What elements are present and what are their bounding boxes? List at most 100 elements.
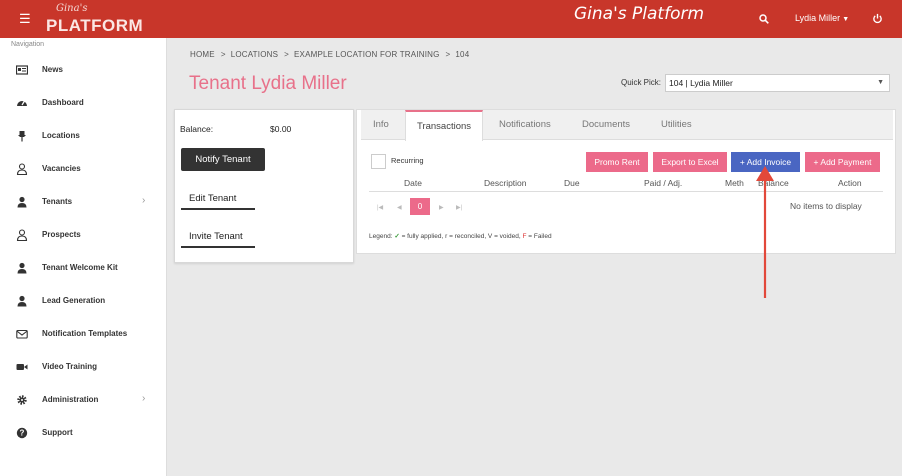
platform-logo[interactable]: Gina's PLATFORM xyxy=(44,3,143,35)
tab-documents[interactable]: Documents xyxy=(582,119,630,130)
top-bar: ☰ Gina's PLATFORM Gina's Platform Lydia … xyxy=(0,0,902,38)
nav-heading: Navigation xyxy=(11,41,45,48)
search-icon[interactable] xyxy=(759,14,769,24)
status-legend: Legend: ✓ = fully applied, r = reconcile… xyxy=(369,232,552,240)
user-icon xyxy=(17,196,27,208)
column-header-action: Action xyxy=(838,178,862,188)
breadcrumb-location[interactable]: EXAMPLE LOCATION FOR TRAINING xyxy=(294,50,440,59)
table-header-divider xyxy=(369,191,883,192)
breadcrumb-separator: > xyxy=(284,50,289,59)
pager-current-page[interactable]: 0 xyxy=(410,198,430,215)
tab-bar: Info Transactions Notifications Document… xyxy=(361,110,893,141)
sidebar-item-lead-generation[interactable]: Lead Generation xyxy=(0,285,166,318)
sidebar-item-video-training[interactable]: Video Training xyxy=(0,351,166,384)
column-header-method[interactable]: Meth xyxy=(725,178,744,188)
question-icon: ? xyxy=(16,427,28,439)
breadcrumb-separator: > xyxy=(445,50,451,59)
tab-notifications[interactable]: Notifications xyxy=(499,119,551,130)
tab-utilities[interactable]: Utilities xyxy=(661,119,692,130)
tab-info[interactable]: Info xyxy=(373,119,389,130)
app-title: Gina's Platform xyxy=(574,4,705,24)
pager-first-icon[interactable]: |◀ xyxy=(377,204,383,211)
sidebar-item-label: Tenants xyxy=(42,197,73,206)
quick-pick-value: 104 | Lydia Miller xyxy=(669,78,733,88)
pager-next-icon[interactable]: ▶ xyxy=(439,204,444,211)
quick-pick-select[interactable]: 104 | Lydia Miller ▼ xyxy=(665,74,890,92)
add-payment-button[interactable]: + Add Payment xyxy=(805,152,880,172)
breadcrumb-locations[interactable]: LOCATIONS xyxy=(231,50,278,59)
sidebar-item-administration[interactable]: Administration › xyxy=(0,384,166,417)
envelope-icon xyxy=(16,329,28,339)
sidebar-item-label: Prospects xyxy=(42,230,81,239)
check-circle-icon: ✓ xyxy=(394,233,400,240)
user-icon xyxy=(17,262,27,274)
user-icon xyxy=(17,295,27,307)
sidebar-item-label: Tenant Welcome Kit xyxy=(42,263,118,272)
sidebar-item-label: Video Training xyxy=(42,362,97,371)
pin-icon xyxy=(18,131,26,142)
recurring-checkbox[interactable] xyxy=(371,154,386,169)
legend-failed-letter: F xyxy=(522,233,527,240)
pager-prev-icon[interactable]: ◀ xyxy=(397,204,402,211)
sidebar-item-label: Notification Templates xyxy=(42,329,128,338)
legend-failed-text: = Failed xyxy=(528,233,552,240)
sidebar-item-label: Dashboard xyxy=(42,98,84,107)
logo-word-text: PLATFORM xyxy=(46,16,144,35)
column-header-date[interactable]: Date xyxy=(404,178,422,188)
sidebar-item-label: Administration xyxy=(42,395,99,404)
newspaper-icon xyxy=(16,65,28,75)
sidebar-item-dashboard[interactable]: Dashboard xyxy=(0,87,166,120)
sidebar-item-notification-templates[interactable]: Notification Templates xyxy=(0,318,166,351)
gear-icon xyxy=(17,395,27,405)
breadcrumb: HOME > LOCATIONS > EXAMPLE LOCATION FOR TRAI… xyxy=(190,50,469,59)
page-title: Tenant Lydia Miller xyxy=(189,73,347,94)
edit-tenant-button[interactable]: Edit Tenant xyxy=(181,188,255,210)
sidebar-item-label: News xyxy=(42,65,63,74)
user-outline-icon xyxy=(16,229,28,241)
breadcrumb-unit: 104 xyxy=(455,50,470,59)
chevron-right-icon: › xyxy=(142,195,146,206)
invite-tenant-button[interactable]: Invite Tenant xyxy=(181,226,255,248)
sidebar-item-news[interactable]: News xyxy=(0,54,166,87)
empty-table-message: No items to display xyxy=(790,201,862,211)
balance-label: Balance: xyxy=(180,124,214,134)
sidebar: Navigation News Dashboard Locations Vaca… xyxy=(0,38,167,476)
caret-down-icon: ▼ xyxy=(842,16,850,23)
column-header-due[interactable]: Due xyxy=(564,178,580,188)
sidebar-item-tenant-welcome-kit[interactable]: Tenant Welcome Kit xyxy=(0,252,166,285)
svg-text:?: ? xyxy=(20,429,25,438)
chevron-right-icon: › xyxy=(142,393,146,404)
sidebar-item-support[interactable]: ? Support xyxy=(0,417,166,450)
user-outline-icon xyxy=(16,163,28,175)
tenant-actions-card: Balance: $0.00 Notify Tenant Edit Tenant… xyxy=(174,109,354,263)
breadcrumb-home[interactable]: HOME xyxy=(190,50,215,59)
dashboard-icon xyxy=(17,100,27,106)
logo-script-text: Gina's xyxy=(56,3,88,14)
promo-rent-button[interactable]: Promo Rent xyxy=(586,152,648,172)
sidebar-item-tenants[interactable]: Tenants › xyxy=(0,186,166,219)
export-excel-button[interactable]: Export to Excel xyxy=(653,152,727,172)
notify-tenant-button[interactable]: Notify Tenant xyxy=(181,148,265,171)
recurring-label: Recurring xyxy=(391,156,424,165)
legend-prefix: Legend: xyxy=(369,233,393,240)
sidebar-item-locations[interactable]: Locations xyxy=(0,120,166,153)
quick-pick-label: Quick Pick: xyxy=(621,78,662,87)
transactions-panel: Info Transactions Notifications Document… xyxy=(356,109,896,254)
column-header-description[interactable]: Description xyxy=(484,178,527,188)
pager-last-icon[interactable]: ▶| xyxy=(456,204,462,211)
tab-transactions[interactable]: Transactions xyxy=(405,110,484,141)
sidebar-item-prospects[interactable]: Prospects xyxy=(0,219,166,252)
breadcrumb-separator: > xyxy=(220,50,226,59)
user-menu[interactable]: Lydia Miller ▼ xyxy=(795,13,849,23)
sidebar-item-label: Locations xyxy=(42,131,80,140)
hamburger-menu-icon[interactable]: ☰ xyxy=(19,12,31,25)
annotation-arrow-icon xyxy=(756,166,774,298)
sidebar-item-vacancies[interactable]: Vacancies xyxy=(0,153,166,186)
column-header-paid[interactable]: Paid / Adj. xyxy=(644,178,682,188)
sidebar-item-label: Lead Generation xyxy=(42,296,106,305)
power-icon[interactable] xyxy=(872,13,883,24)
legend-applied-text: = fully applied, r = reconciled, V = voi… xyxy=(401,233,521,240)
sidebar-item-label: Vacancies xyxy=(42,164,81,173)
dropdown-arrow-icon: ▼ xyxy=(877,79,884,86)
sidebar-item-label: Support xyxy=(42,428,73,437)
